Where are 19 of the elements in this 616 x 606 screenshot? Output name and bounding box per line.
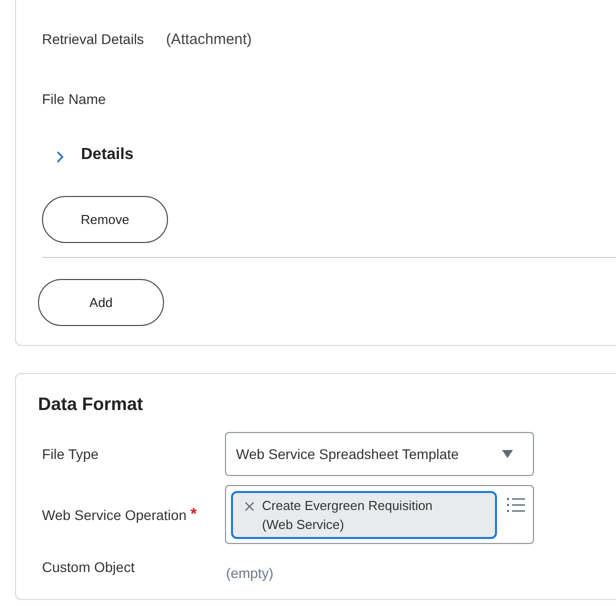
field-label: File Name bbox=[42, 91, 106, 107]
details-toggle[interactable]: Details bbox=[42, 146, 134, 164]
file-type-dropdown[interactable]: Web Service Spreadsheet Template bbox=[225, 432, 534, 476]
selected-chip[interactable]: Create Evergreen Requisition (Web Service) bbox=[231, 491, 497, 539]
chevron-right-icon bbox=[56, 150, 64, 162]
section-title: Data Format bbox=[38, 394, 144, 416]
field-label: File Type bbox=[42, 446, 100, 462]
field-value: (Attachment) bbox=[166, 30, 252, 48]
add-button[interactable]: Add bbox=[38, 279, 164, 326]
field-label: Retrieval Details bbox=[42, 31, 144, 47]
close-icon[interactable] bbox=[245, 502, 254, 511]
caret-icon bbox=[502, 450, 513, 458]
remove-button[interactable]: Remove bbox=[42, 196, 168, 243]
field-label: Custom Object bbox=[42, 559, 136, 575]
operation-field[interactable]: Create Evergreen Requisition (Web Service) bbox=[225, 485, 534, 544]
required-marker: * bbox=[190, 506, 197, 524]
field-value: (empty) bbox=[225, 565, 274, 581]
field-label: Web Service Operation bbox=[42, 506, 186, 522]
list-icon[interactable] bbox=[507, 498, 525, 512]
